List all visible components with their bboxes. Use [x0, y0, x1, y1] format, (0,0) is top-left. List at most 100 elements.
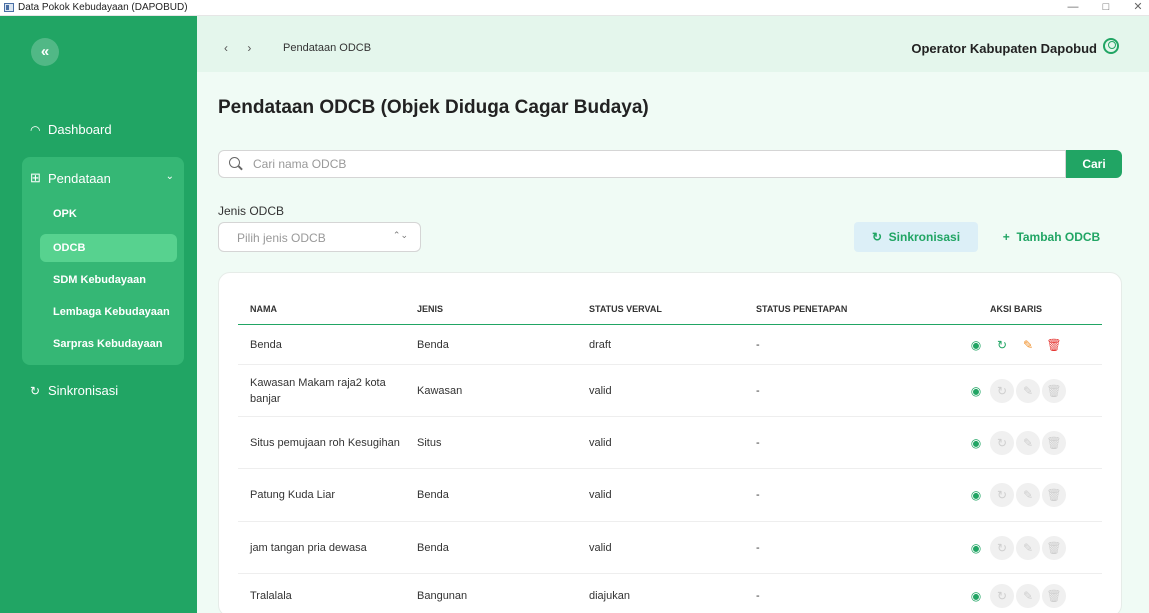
edit-icon[interactable]: ✎ [1016, 483, 1040, 507]
cell-nama: Kawasan Makam raja2 kota banjar [250, 376, 386, 405]
cell-status-penetapan: - [756, 339, 760, 351]
sidebar-item-sdm-kebudayaan[interactable]: SDM Kebudayaan [40, 266, 177, 294]
cell-jenis: Kawasan [417, 384, 463, 397]
sidebar-item-label: Sinkronisasi [48, 383, 119, 398]
cell-status-penetapan: - [756, 384, 760, 397]
column-header-status-verval: STATUS VERVAL [589, 304, 662, 314]
cell-status-penetapan: - [756, 489, 760, 501]
minimize-button[interactable]: — [1059, 0, 1087, 16]
collapse-sidebar-button[interactable]: « [31, 38, 59, 66]
sync-icon[interactable]: ↻ [990, 483, 1014, 507]
search-input[interactable] [253, 155, 1053, 173]
search-icon [229, 157, 240, 168]
delete-icon[interactable]: 🗑 [1042, 535, 1066, 560]
delete-icon[interactable]: 🗑 [1042, 378, 1066, 403]
table-row: Situs pemujaan roh Kesugihan Situs valid - ◉… [238, 417, 1102, 469]
delete-icon[interactable]: 🗑 [1042, 333, 1066, 357]
maximize-button[interactable]: □ [1092, 0, 1120, 16]
column-header-aksi-baris: AKSI BARIS [990, 304, 1043, 314]
sync-icon[interactable]: ↻ [990, 535, 1014, 560]
edit-icon[interactable]: ✎ [1016, 535, 1040, 560]
view-icon[interactable]: ◉ [964, 483, 988, 507]
delete-icon[interactable]: 🗑 [1042, 483, 1066, 507]
sidebar-item-opk[interactable]: OPK [40, 200, 177, 228]
sync-icon[interactable]: ↻ [990, 583, 1014, 608]
select-arrows-icon: ⌃⌄ [392, 230, 408, 240]
column-header-status-penetapan: STATUS PENETAPAN [756, 304, 848, 314]
table-row: Patung Kuda Liar Benda valid - ◉ ↻ ✎ 🗑 [238, 469, 1102, 522]
close-button[interactable]: ✕ [1124, 0, 1149, 16]
sync-icon[interactable]: ↻ [990, 430, 1014, 455]
cell-status-verval: valid [589, 384, 612, 397]
odcb-table: NAMA JENIS STATUS VERVAL STATUS PENETAPA… [218, 272, 1122, 613]
sidebar-group-pendataan: ⊞ Pendataan ⌄ OPK ODCB SDM Kebudayaan Le… [22, 157, 184, 365]
sidebar-item-sinkronisasi[interactable]: ↻ Sinkronisasi [30, 383, 118, 398]
cell-status-penetapan: - [756, 541, 760, 554]
search-bar [218, 150, 1066, 178]
history-nav: ‹ › [224, 41, 259, 55]
table-row: jam tangan pria dewasa Benda valid - ◉ ↻ ✎ 🗑 [238, 522, 1102, 574]
jenis-odcb-select[interactable]: Pilih jenis ODCB ⌃⌄ [218, 222, 421, 252]
sidebar: « ◠ Dashboard ⊞ Pendataan ⌄ OPK ODCB SDM… [0, 16, 197, 613]
sidebar-item-lembaga-kebudayaan[interactable]: Lembaga Kebudayaan [40, 298, 177, 326]
cell-status-verval: draft [589, 339, 612, 351]
cell-jenis: Situs [417, 436, 442, 449]
filter-label: Jenis ODCB [218, 204, 285, 218]
view-icon[interactable]: ◉ [964, 536, 988, 560]
cell-status-verval: valid [589, 436, 612, 449]
user-name[interactable]: Operator Kabupaten Dapobud [911, 41, 1097, 56]
cell-jenis: Benda [417, 489, 449, 501]
cell-nama: Situs pemujaan roh Kesugihan [250, 436, 400, 449]
sync-icon[interactable]: ↻ [990, 378, 1014, 403]
forward-arrow-icon[interactable]: › [247, 41, 259, 55]
cell-jenis: Benda [417, 339, 449, 351]
window-title: Data Pokok Kebudayaan (DAPOBUD) [18, 2, 188, 13]
table-header: NAMA JENIS STATUS VERVAL STATUS PENETAPA… [238, 301, 1102, 325]
search-button[interactable]: Cari [1066, 150, 1122, 178]
sinkronisasi-button[interactable]: ↻ Sinkronisasi [854, 222, 978, 252]
cell-nama: jam tangan pria dewasa [250, 541, 367, 554]
sidebar-item-label: Pendataan [48, 170, 111, 186]
dashboard-icon: ◠ [30, 122, 41, 137]
tambah-label: Tambah ODCB [1016, 230, 1101, 244]
column-header-jenis: JENIS [417, 304, 444, 314]
table-row: Tralalala Bangunan diajukan - ◉ ↻ ✎ 🗑 [238, 574, 1102, 613]
app-icon [4, 3, 14, 12]
cell-nama: Tralalala [250, 589, 292, 602]
sidebar-item-dashboard[interactable]: ◠ Dashboard [30, 122, 112, 137]
edit-icon[interactable]: ✎ [1016, 583, 1040, 608]
view-icon[interactable]: ◉ [964, 379, 988, 403]
chevron-down-icon: ⌄ [165, 171, 174, 182]
tambah-odcb-button[interactable]: + Tambah ODCB [984, 222, 1119, 252]
delete-icon[interactable]: 🗑 [1042, 430, 1066, 455]
breadcrumb: Pendataan ODCB [283, 42, 372, 54]
cell-nama: Benda [250, 339, 282, 351]
cell-status-penetapan: - [756, 436, 760, 449]
view-icon[interactable]: ◉ [964, 584, 988, 608]
cell-status-penetapan: - [756, 589, 760, 602]
sidebar-item-pendataan[interactable]: ⊞ Pendataan ⌄ [30, 169, 176, 187]
view-icon[interactable]: ◉ [964, 431, 988, 455]
sidebar-item-sarpras-kebudayaan[interactable]: Sarpras Kebudayaan [40, 330, 177, 358]
sidebar-item-label: Dashboard [48, 122, 112, 137]
sync-icon: ↻ [871, 230, 882, 244]
sync-icon[interactable]: ↻ [990, 333, 1014, 357]
sinkronisasi-label: Sinkronisasi [888, 230, 961, 244]
sync-icon: ↻ [30, 383, 41, 398]
delete-icon[interactable]: 🗑 [1042, 583, 1066, 608]
sidebar-item-odcb[interactable]: ODCB [40, 234, 177, 262]
table-row: Benda Benda draft - ◉ ↻ ✎ 🗑 [238, 326, 1102, 365]
back-arrow-icon[interactable]: ‹ [224, 41, 236, 55]
cell-jenis: Bangunan [417, 589, 468, 602]
main-content: Pendataan ODCB (Objek Diduga Cagar Buday… [197, 72, 1149, 613]
plus-icon: + [1002, 230, 1010, 244]
table-row: Kawasan Makam raja2 kota banjar Kawasan va… [238, 365, 1102, 417]
user-account-icon[interactable] [1103, 38, 1119, 54]
cell-nama: Patung Kuda Liar [250, 489, 336, 501]
cell-status-verval: valid [589, 489, 612, 501]
top-header: ‹ › Pendataan ODCB Operator Kabupaten Da… [197, 16, 1149, 72]
edit-icon[interactable]: ✎ [1016, 430, 1040, 455]
edit-icon[interactable]: ✎ [1016, 333, 1040, 357]
view-icon[interactable]: ◉ [964, 333, 988, 357]
edit-icon[interactable]: ✎ [1016, 378, 1040, 403]
